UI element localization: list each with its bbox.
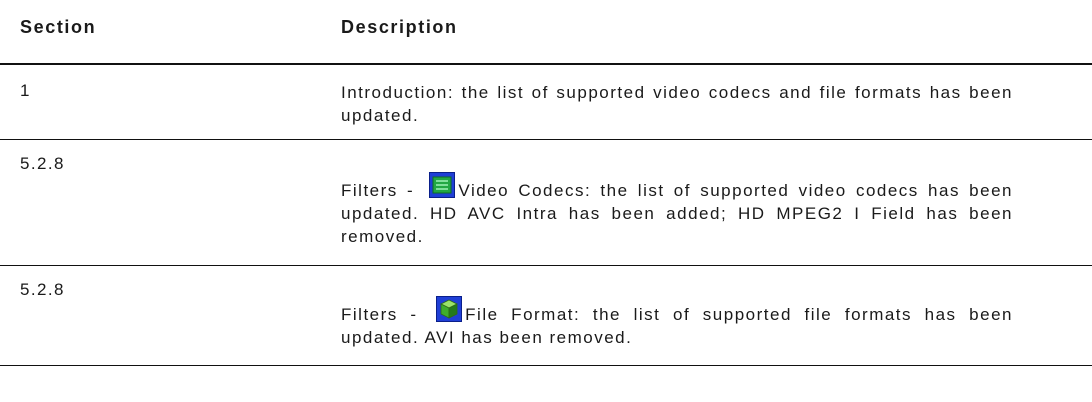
- description-prefix: Filters -: [341, 305, 431, 324]
- section-number: 5.2.8: [20, 280, 65, 299]
- table-header-row: Section Description: [0, 0, 1092, 65]
- header-description: Description: [341, 17, 458, 37]
- table-row: 5.2.8 Filters - Video Codecs: the list o…: [0, 140, 1092, 266]
- description-text: Introduction: the list of supported vide…: [341, 83, 1013, 125]
- description-text: Filters - File Format: the list of suppo…: [341, 296, 1013, 349]
- section-number: 1: [20, 81, 31, 100]
- header-section: Section: [20, 17, 97, 37]
- change-history-table: Section Description 1 Introduction: the …: [0, 0, 1092, 366]
- description-text: Filters - Video Codecs: the list of supp…: [341, 172, 1013, 248]
- description-prefix: Filters -: [341, 181, 424, 200]
- video-codecs-icon: [429, 172, 456, 198]
- table-row: 1 Introduction: the list of supported vi…: [0, 65, 1092, 140]
- table-row: 5.2.8 Filters - File Format: the list of…: [0, 266, 1092, 366]
- file-format-cube-icon: [436, 296, 463, 322]
- section-number: 5.2.8: [20, 154, 65, 173]
